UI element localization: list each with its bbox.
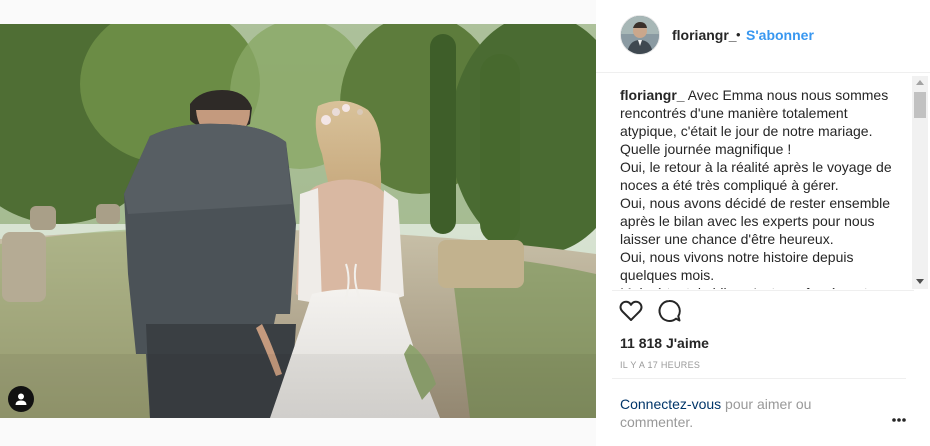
more-options-icon <box>892 418 906 422</box>
comment-bubble-icon <box>658 299 681 322</box>
username-link[interactable]: floriangr_ <box>672 27 737 43</box>
follow-button[interactable]: S'abonner <box>746 27 814 43</box>
caption: floriangr_ Avec Emma nous nous sommes re… <box>620 86 902 289</box>
avatar[interactable] <box>620 15 660 55</box>
caption-scrollbar[interactable] <box>912 76 928 289</box>
caption-area: floriangr_ Avec Emma nous nous sommes re… <box>620 86 910 289</box>
post-photo[interactable] <box>0 24 596 418</box>
scroll-down-arrow-icon[interactable] <box>916 279 924 284</box>
likes-count[interactable]: 11 818 J'aime <box>620 335 709 351</box>
login-prompt: Connectez-vous pour aimer ou commenter. <box>620 395 840 431</box>
avatar-image <box>621 16 659 54</box>
tag-user-button[interactable] <box>8 386 34 412</box>
more-options-button[interactable] <box>892 410 906 422</box>
scroll-thumb[interactable] <box>914 92 926 118</box>
divider <box>612 290 914 291</box>
person-tag-icon <box>15 393 27 405</box>
scroll-up-arrow-icon[interactable] <box>916 80 924 85</box>
post-timestamp[interactable]: IL Y A 17 HEURES <box>620 360 700 370</box>
login-link[interactable]: Connectez-vous <box>620 396 721 412</box>
separator-dot: • <box>736 27 741 42</box>
caption-username[interactable]: floriangr_ <box>620 87 685 103</box>
post-header: floriangr_ • S'abonner <box>596 0 930 73</box>
post-details-panel: floriangr_ • S'abonner floriangr_ Avec E… <box>596 0 930 446</box>
caption-text: Avec Emma nous nous sommes rencontrés d'… <box>620 87 892 289</box>
comment-button[interactable] <box>656 298 684 326</box>
divider <box>612 378 906 379</box>
heart-icon <box>619 300 643 321</box>
wedding-photo <box>0 24 596 418</box>
like-button[interactable] <box>618 298 646 326</box>
